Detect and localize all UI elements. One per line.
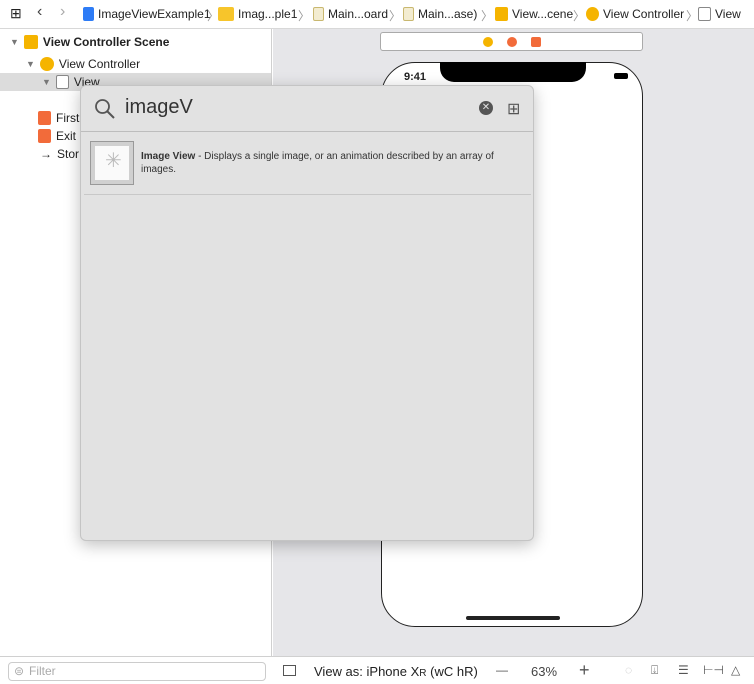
folder-icon — [218, 7, 234, 21]
crumb-storyboard-base[interactable]: Main...ase) — [403, 7, 477, 21]
outline-label: Exit — [56, 129, 77, 143]
device-selector[interactable]: View as: iPhone XR (wC hR) — [314, 664, 478, 679]
crumb-label: View Controller — [603, 7, 685, 21]
scene-icon — [495, 7, 508, 21]
separator: 〉 — [686, 9, 699, 23]
jump-bar: ⊞ ‹ › ImageViewExample1 〉 Imag...ple1 〉 … — [0, 0, 754, 29]
status-time: 9:41 — [404, 71, 427, 83]
crumb-view-controller[interactable]: View Controller — [586, 7, 684, 21]
outline-label: View Controller — [58, 57, 141, 71]
separator: 〉 — [573, 9, 586, 23]
crumb-storyboard[interactable]: Main...oard — [313, 7, 388, 21]
zoom-in-button[interactable]: + — [579, 660, 590, 681]
search-icon — [95, 99, 115, 119]
notch — [440, 62, 586, 82]
crumb-folder[interactable]: Imag...ple1 — [218, 7, 297, 21]
view-controller-icon — [586, 7, 599, 21]
first-responder-icon[interactable] — [506, 36, 517, 47]
back-button[interactable]: ‹ — [37, 3, 42, 21]
separator: 〉 — [298, 9, 311, 23]
sidebar-toggle-icon[interactable] — [283, 665, 296, 676]
bottom-bar: ⊜ Filter View as: iPhone XR (wC hR) — 63%… — [0, 656, 754, 684]
crumb-label: View — [715, 7, 741, 21]
filter-input[interactable]: ⊜ Filter — [8, 662, 266, 681]
view-controller-icon — [39, 57, 54, 71]
view-icon — [55, 75, 69, 89]
filter-placeholder: Filter — [29, 664, 56, 678]
outline-label: View Controller Scene — [42, 35, 170, 49]
embed-icon[interactable]: ⍗ — [651, 663, 658, 678]
outline-label: First — [56, 111, 80, 125]
crumb-label: Imag...ple1 — [238, 7, 298, 21]
image-view-icon: ✳ — [90, 141, 134, 185]
grid-view-icon[interactable]: ⊞ — [507, 99, 520, 119]
project-icon — [83, 7, 94, 21]
first-responder-icon — [38, 111, 51, 125]
align-icon[interactable]: ☰ — [678, 663, 689, 677]
resolve-icon[interactable]: △ — [731, 663, 740, 677]
library-item-image-view[interactable]: ✳ Image View - Displays a single image, … — [84, 135, 531, 195]
crumb-project[interactable]: ImageViewExample1 — [83, 7, 211, 21]
object-library-popup: imageV ✕ ⊞ ✳ Image View - Displays a sin… — [80, 85, 534, 541]
exit-icon — [38, 129, 51, 143]
crumb-label: Main...ase) — [418, 7, 478, 21]
library-item-title: Image View — [141, 151, 196, 162]
view-as-label: View as: iPhone X — [314, 664, 420, 679]
filter-icon: ⊜ — [14, 664, 25, 678]
outline-view-controller[interactable]: ▼ View Controller — [26, 55, 140, 73]
home-indicator — [466, 616, 560, 620]
zoom-level: 63% — [531, 664, 558, 679]
crumb-label: Main...oard — [328, 7, 389, 21]
crumb-scene[interactable]: View...cene — [495, 7, 573, 21]
battery-icon — [614, 73, 628, 79]
arrow-right-icon: → — [40, 147, 52, 161]
separator: 〉 — [389, 9, 402, 23]
storyboard-icon — [313, 7, 324, 21]
outline-label: Stor — [57, 147, 80, 161]
library-search[interactable]: imageV ✕ ⊞ — [81, 86, 533, 132]
separator: 〉 — [481, 9, 494, 23]
zoom-out-button[interactable]: — — [496, 663, 508, 677]
forward-button[interactable]: › — [60, 3, 65, 21]
grid-icon[interactable]: ⊞ — [10, 5, 22, 22]
scene-icon — [23, 35, 38, 49]
crumb-view[interactable]: View — [698, 7, 741, 21]
size-class: (wC hR) — [430, 664, 478, 679]
refresh-icon[interactable]: ◌ — [625, 663, 632, 677]
outline-scene[interactable]: ▼ View Controller Scene — [10, 33, 169, 51]
library-item-description: Image View - Displays a single image, or… — [141, 150, 526, 176]
view-controller-icon[interactable] — [482, 36, 493, 47]
crumb-label: View...cene — [512, 7, 574, 21]
outline-first-responder[interactable]: First — [38, 109, 79, 127]
pin-icon[interactable]: ⊢⊣ — [703, 663, 724, 677]
crumb-label: ImageViewExample1 — [98, 7, 211, 21]
outline-exit[interactable]: Exit — [38, 127, 76, 145]
scene-dock — [380, 32, 643, 51]
model-suffix: R — [419, 668, 427, 679]
exit-icon[interactable] — [530, 36, 541, 47]
clear-search-icon[interactable]: ✕ — [479, 101, 493, 115]
outline-storyboard-entry[interactable]: → Stor — [40, 145, 79, 163]
search-query[interactable]: imageV — [125, 96, 193, 119]
view-icon — [698, 7, 711, 21]
storyboard-icon — [403, 7, 414, 21]
